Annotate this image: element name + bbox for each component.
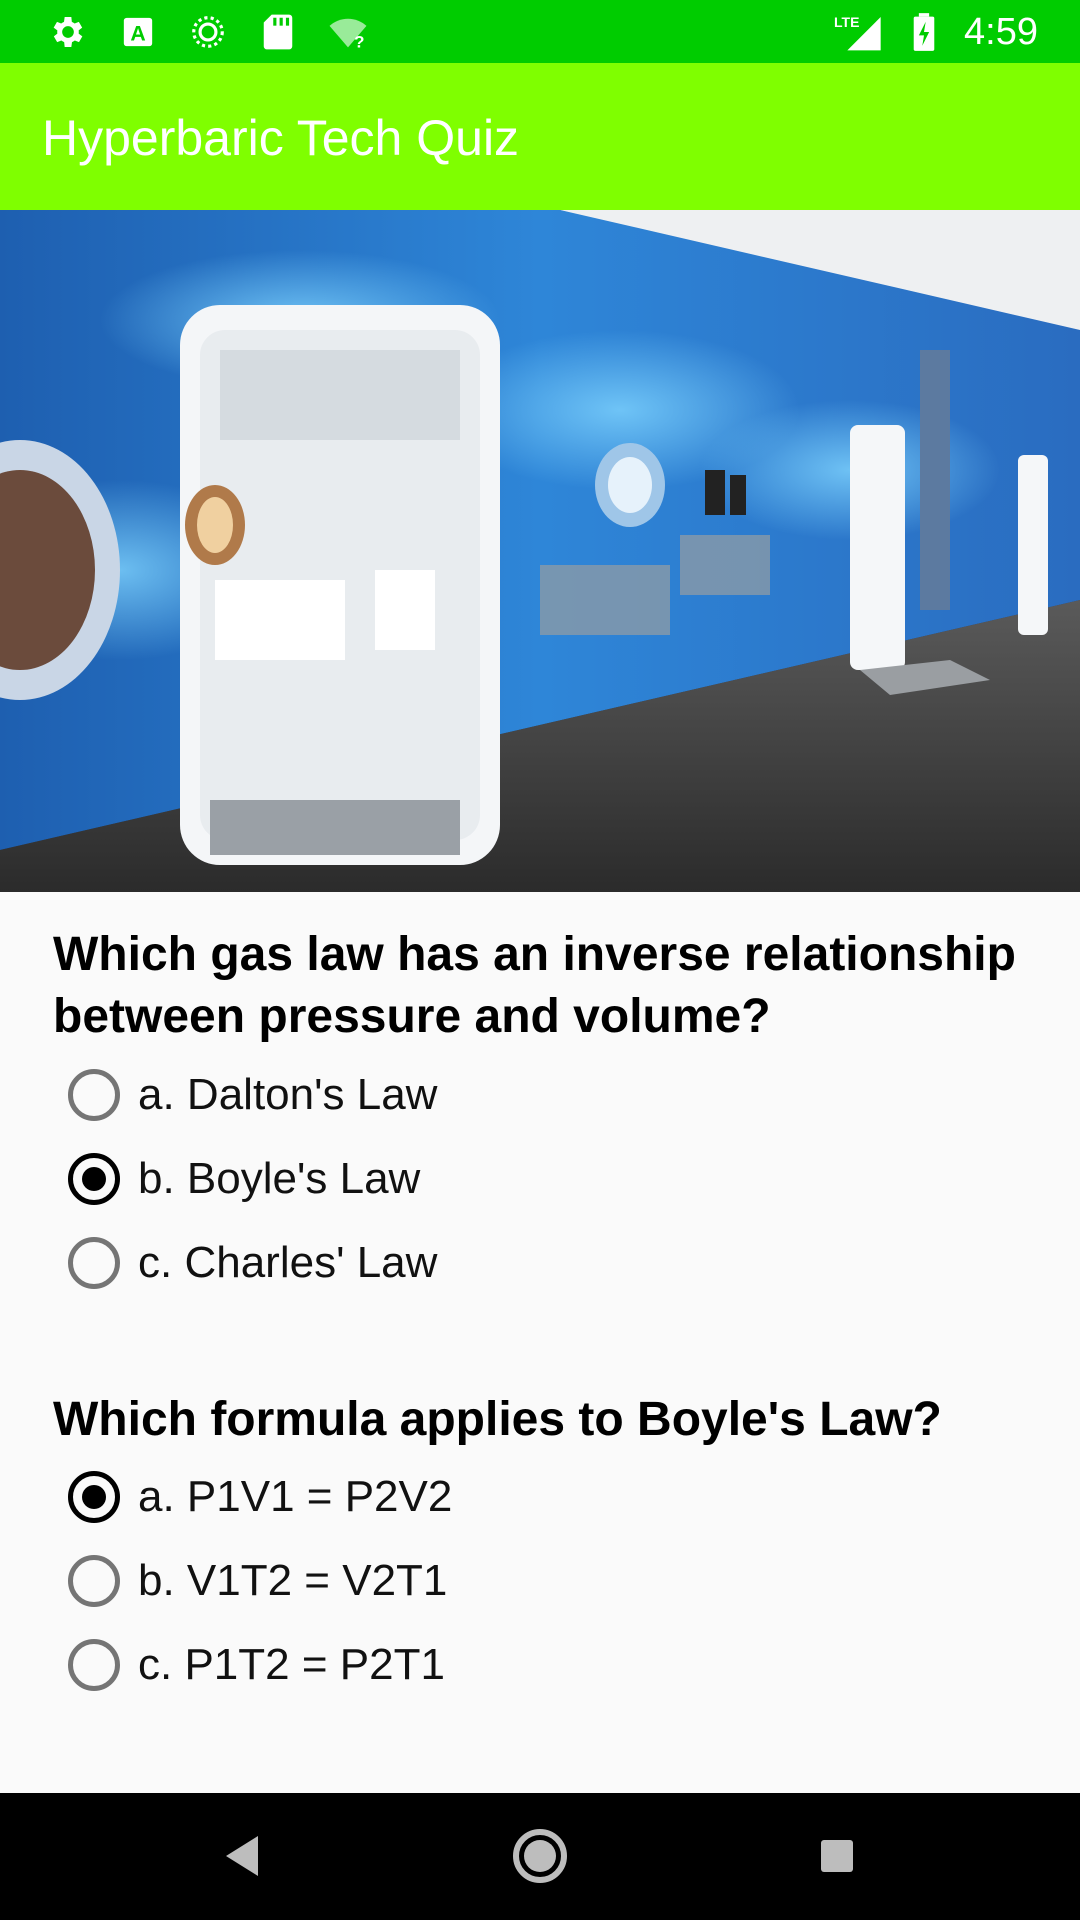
hero-image [0,210,1080,892]
svg-text:A: A [130,22,145,46]
battery-charging-icon [904,12,944,52]
question-1-text: Which gas law has an inverse relationshi… [53,928,1016,1043]
radio-button[interactable] [68,1555,120,1607]
question-1-option-b[interactable]: b. Boyle's Law [68,1144,420,1214]
app-bar: Hyperbaric Tech Quiz [0,63,1080,210]
status-bar: A ? LTE 4:59 [0,0,1080,63]
radio-button-checked[interactable] [68,1153,120,1205]
gear-icon [48,12,88,52]
sync-icon [188,12,228,52]
option-label: b. V1T2 = V2T1 [138,1556,448,1605]
question-1-option-c[interactable]: c. Charles' Law [68,1228,437,1298]
option-label: b. Boyle's Law [138,1154,421,1203]
home-icon[interactable] [505,1821,575,1891]
svg-text:?: ? [354,32,364,51]
navigation-bar [0,1793,1080,1920]
recents-icon[interactable] [802,1821,872,1891]
option-label: a. Dalton's Law [138,1070,438,1119]
radio-button-checked[interactable] [68,1471,120,1523]
sd-card-icon [258,12,298,52]
radio-button[interactable] [68,1237,120,1289]
question-2-option-c[interactable]: c. P1T2 = P2T1 [68,1630,445,1700]
clock: 4:59 [964,10,1038,53]
a-icon: A [118,12,158,52]
option-label: a. P1V1 = P2V2 [138,1472,453,1521]
network-label: LTE [834,14,860,30]
option-label: c. Charles' Law [138,1238,438,1287]
question-2-text: Which formula applies to Boyle's Law? [53,1393,942,1446]
app-title: Hyperbaric Tech Quiz [42,110,520,166]
lte-signal-icon: LTE [834,12,884,52]
question-1-option-a[interactable]: a. Dalton's Law [68,1060,437,1130]
question-2-option-b[interactable]: b. V1T2 = V2T1 [68,1546,447,1616]
option-label: c. P1T2 = P2T1 [138,1640,445,1689]
question-2-option-a[interactable]: a. P1V1 = P2V2 [68,1462,452,1532]
back-icon[interactable] [207,1821,277,1891]
wifi-question-icon: ? [328,12,368,52]
radio-button[interactable] [68,1069,120,1121]
radio-button[interactable] [68,1639,120,1691]
